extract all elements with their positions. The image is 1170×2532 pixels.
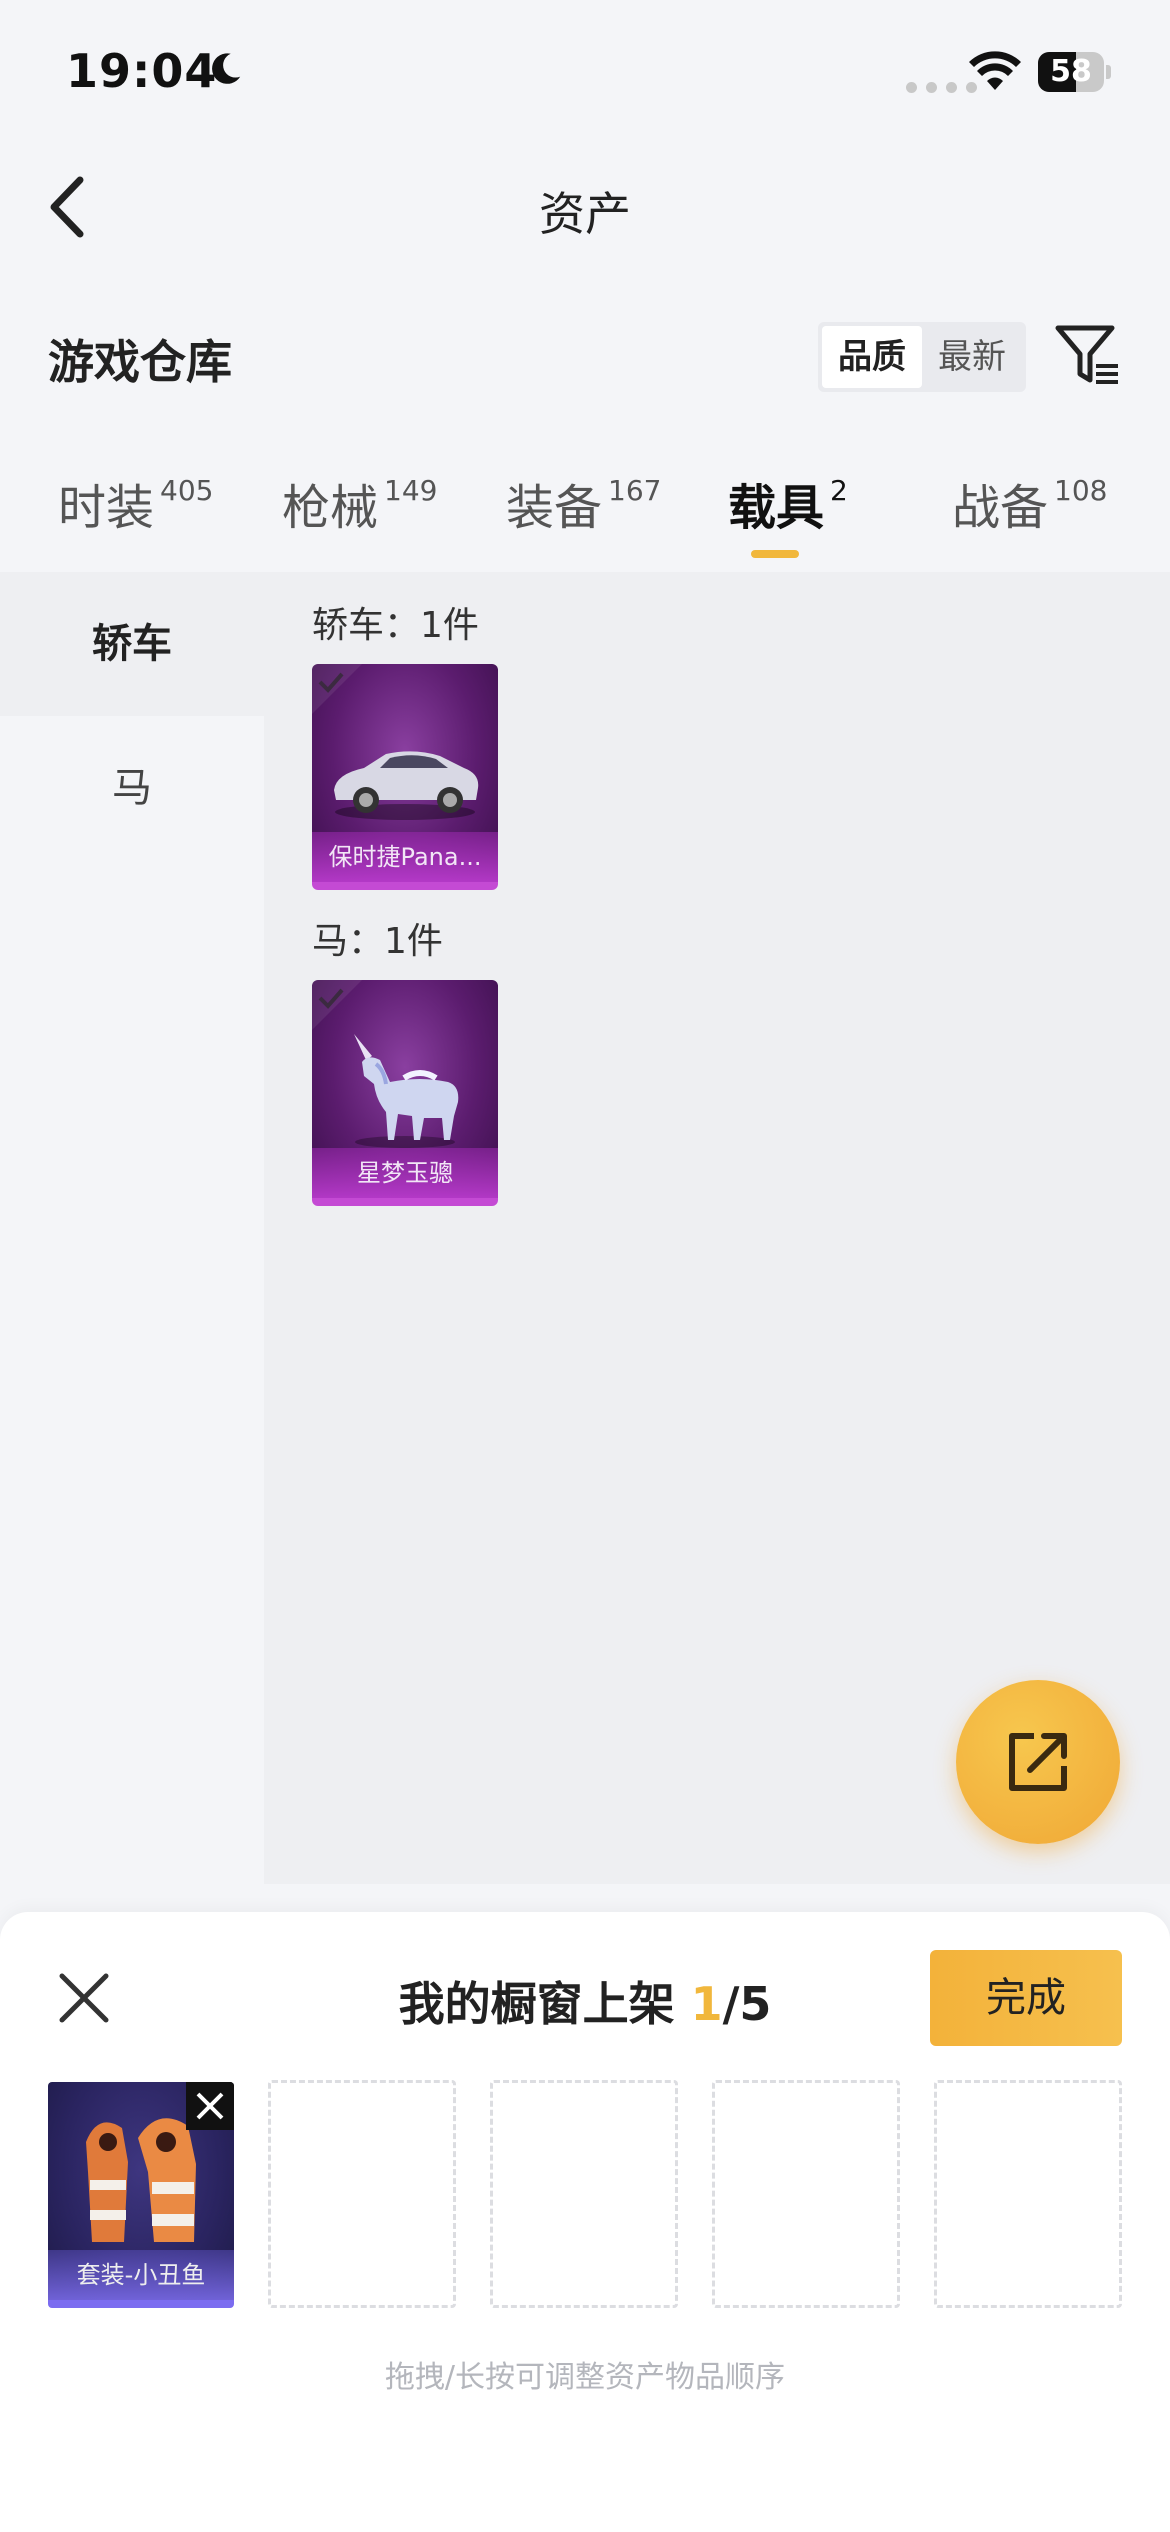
battery-indicator: 58 [1038, 52, 1111, 92]
battery-percent: 58 [1050, 54, 1092, 89]
page-title: 资产 [539, 187, 631, 241]
tab-guns[interactable]: 枪械 149 [282, 468, 437, 538]
share-icon [1009, 1733, 1067, 1791]
item-name: 星梦玉骢 [312, 1148, 498, 1198]
car-image [334, 751, 479, 820]
showcase-slot-empty[interactable] [268, 2080, 456, 2308]
share-button[interactable] [956, 1680, 1120, 1844]
cellular-signal-icon [906, 82, 977, 93]
tab-battle-gear[interactable]: 战备 108 [952, 468, 1107, 538]
remove-icon[interactable] [186, 2082, 234, 2130]
active-tab-indicator [751, 550, 799, 558]
reorder-hint: 拖拽/长按可调整资产物品顺序 [384, 2360, 786, 2395]
sort-option-newest[interactable]: 最新 [922, 326, 1022, 388]
showcase-slot-empty[interactable] [490, 2080, 678, 2308]
slot-item-name: 套装-小丑鱼 [48, 2250, 234, 2300]
moon-icon [212, 53, 241, 84]
sort-option-quality[interactable]: 品质 [822, 326, 922, 388]
group-label-horse: 马：1件 [312, 921, 443, 962]
done-button[interactable]: 完成 [930, 1950, 1122, 2046]
sidebar-item-sedan[interactable]: 轿车 [0, 572, 264, 716]
tab-vehicles[interactable]: 载具 2 [728, 468, 848, 538]
unicorn-image [354, 1034, 459, 1148]
status-time: 19:04 [66, 44, 218, 98]
tab-equipment[interactable]: 装备 167 [506, 468, 661, 538]
section-title: 游戏仓库 [48, 335, 232, 389]
sidebar-item-horse[interactable]: 马 [0, 716, 264, 860]
tab-fashion[interactable]: 时装 405 [58, 468, 213, 538]
wifi-icon [969, 51, 1021, 90]
filter-icon[interactable] [1054, 322, 1120, 388]
showcase-slot-empty[interactable] [934, 2080, 1122, 2308]
item-name: 保时捷Pana... [312, 832, 498, 882]
item-card[interactable]: 星梦玉骢 [312, 980, 498, 1206]
category-tabs: 时装 405 枪械 149 装备 167 载具 2 战备 108 [0, 468, 1170, 568]
item-card[interactable]: 保时捷Pana... [312, 664, 498, 890]
category-sidebar: 轿车 马 [0, 572, 264, 1884]
sort-toggle[interactable]: 品质 最新 [818, 322, 1026, 392]
showcase-count: 1 [690, 1977, 723, 2031]
showcase-slot-filled[interactable]: 套装-小丑鱼 [48, 2082, 234, 2308]
group-label-sedan: 轿车：1件 [312, 605, 479, 646]
showcase-slot-empty[interactable] [712, 2080, 900, 2308]
